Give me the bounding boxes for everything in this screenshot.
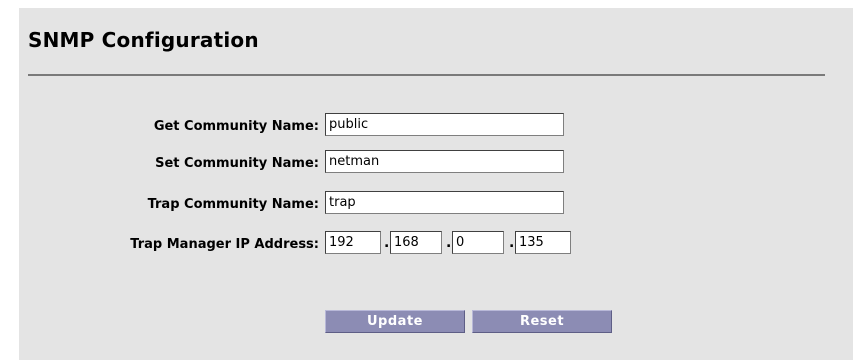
ip-octet-4-input[interactable]	[515, 231, 571, 254]
set-community-input[interactable]	[325, 150, 564, 173]
trap-manager-ip-label: Trap Manager IP Address:	[130, 237, 319, 252]
ip-separator: .	[509, 235, 515, 251]
page-title: SNMP Configuration	[28, 28, 259, 52]
config-panel	[19, 8, 853, 360]
ip-separator: .	[446, 235, 452, 251]
title-divider	[28, 74, 825, 76]
trap-community-label: Trap Community Name:	[147, 197, 319, 212]
get-community-label: Get Community Name:	[153, 119, 319, 134]
ip-octet-2-input[interactable]	[390, 231, 442, 254]
set-community-row: Set Community Name:	[0, 150, 853, 178]
ip-separator: .	[384, 235, 390, 251]
trap-manager-ip-row: Trap Manager IP Address: . . .	[0, 231, 853, 259]
get-community-row: Get Community Name:	[0, 113, 853, 141]
trap-community-input[interactable]	[325, 191, 564, 214]
reset-button[interactable]: Reset	[472, 310, 612, 333]
ip-octet-3-input[interactable]	[452, 231, 504, 254]
ip-octet-1-input[interactable]	[325, 231, 381, 254]
get-community-input[interactable]	[325, 113, 564, 136]
set-community-label: Set Community Name:	[155, 156, 319, 171]
update-button[interactable]: Update	[325, 310, 465, 333]
trap-community-row: Trap Community Name:	[0, 191, 853, 219]
